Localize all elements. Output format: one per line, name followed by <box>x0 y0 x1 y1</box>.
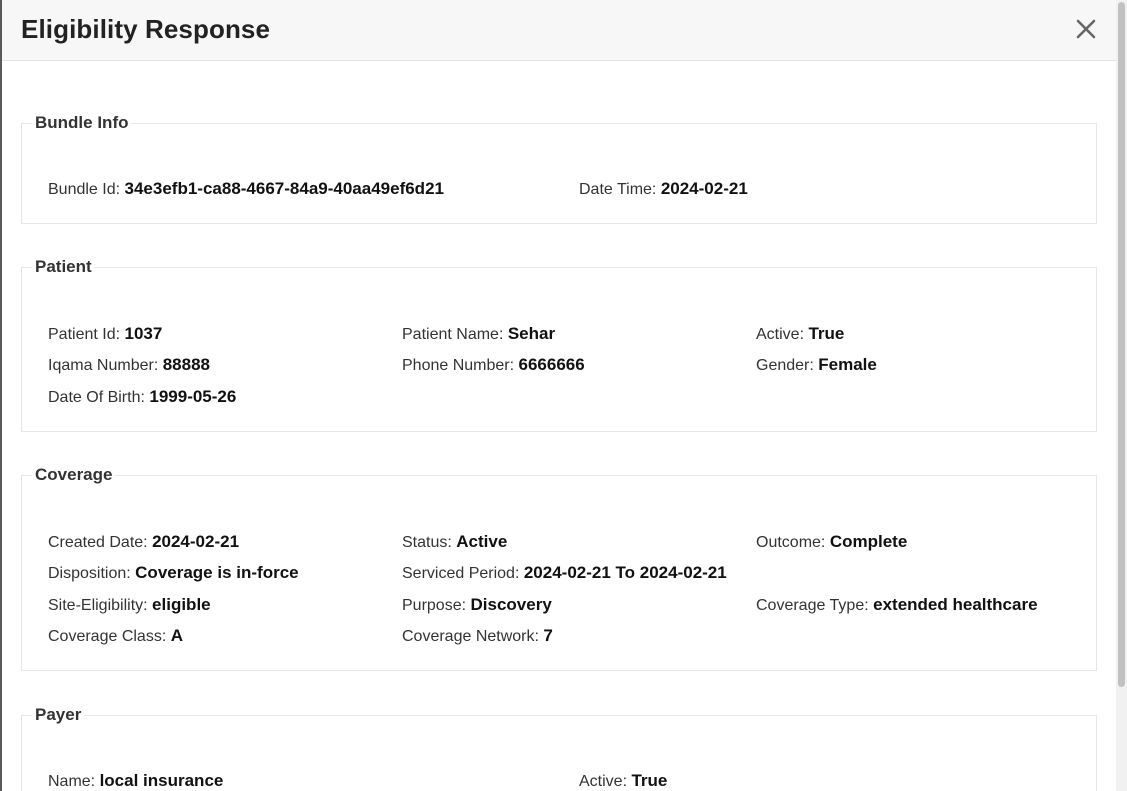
patient-active-value: True <box>808 324 845 343</box>
field-label: Coverage Type: <box>756 597 869 614</box>
eligibility-response-modal: Eligibility Response Bundle Info Bundle … <box>2 0 1127 791</box>
disposition-value: Coverage is in-force <box>135 563 299 582</box>
payer-active-value: True <box>631 771 668 790</box>
field-label: Phone Number: <box>402 357 515 374</box>
date-of-birth-value: 1999-05-26 <box>149 387 237 406</box>
outcome-value: Complete <box>829 532 908 551</box>
modal-title: Eligibility Response <box>21 14 271 44</box>
created-date-value: 2024-02-21 <box>152 532 240 551</box>
field-label: Patient Id: <box>48 326 121 343</box>
coverage-class-value: A <box>170 626 184 645</box>
status-field: Status: Active <box>402 532 507 552</box>
phone-number-field: Phone Number: 6666666 <box>402 355 585 375</box>
payer-name-value: local insurance <box>99 771 224 790</box>
field-label: Date Time: <box>579 181 657 198</box>
coverage-section: Coverage Created Date: 2024-02-21 Status… <box>21 465 1097 671</box>
phone-number-value: 6666666 <box>518 355 585 374</box>
disposition-field: Disposition: Coverage is in-force <box>48 563 299 583</box>
scrollbar-thumb[interactable] <box>1118 2 1125 687</box>
modal-body: Bundle Info Bundle Id: 34e3efb1-ca88-466… <box>2 61 1116 791</box>
patient-section: Patient Patient Id: 1037 Patient Name: S… <box>21 257 1097 432</box>
field-label: Bundle Id: <box>48 181 121 198</box>
field-label: Date Of Birth: <box>48 389 145 406</box>
patient-id-value: 1037 <box>124 324 163 343</box>
patient-name-value: Sehar <box>507 324 556 343</box>
field-label: Coverage Network: <box>402 628 539 645</box>
bundle-info-section: Bundle Info Bundle Id: 34e3efb1-ca88-466… <box>21 113 1097 224</box>
serviced-period-value: 2024-02-21 To 2024-02-21 <box>523 563 727 582</box>
modal-header: Eligibility Response <box>2 0 1127 61</box>
field-label: Active: <box>756 326 805 343</box>
section-title: Payer <box>35 705 82 724</box>
field-label: Outcome: <box>756 534 826 551</box>
payer-name-field: Name: local insurance <box>48 771 223 791</box>
created-date-field: Created Date: 2024-02-21 <box>48 532 239 552</box>
patient-active-field: Active: True <box>756 324 844 344</box>
field-label: Name: <box>48 773 96 790</box>
field-label: Patient Name: <box>402 326 504 343</box>
coverage-class-field: Coverage Class: A <box>48 626 183 646</box>
field-label: Site-Eligibility: <box>48 597 148 614</box>
field-label: Serviced Period: <box>402 565 520 582</box>
field-label: Iqama Number: <box>48 357 159 374</box>
site-eligibility-value: eligible <box>152 595 211 614</box>
iqama-number-field: Iqama Number: 88888 <box>48 355 210 375</box>
bundle-id-value: 34e3efb1-ca88-4667-84a9-40aa49ef6d21 <box>124 179 444 198</box>
section-title: Bundle Info <box>35 113 129 132</box>
coverage-network-value: 7 <box>543 626 553 645</box>
field-label: Gender: <box>756 357 814 374</box>
purpose-field: Purpose: Discovery <box>402 595 552 615</box>
iqama-number-value: 88888 <box>162 355 210 374</box>
date-time-field: Date Time: 2024-02-21 <box>579 179 748 199</box>
field-label: Status: <box>402 534 452 551</box>
field-label: Coverage Class: <box>48 628 167 645</box>
section-title: Patient <box>35 257 92 276</box>
payer-section: Payer Name: local insurance Active: True <box>21 705 1097 791</box>
bundle-id-field: Bundle Id: 34e3efb1-ca88-4667-84a9-40aa4… <box>48 179 444 199</box>
close-icon[interactable] <box>1073 16 1099 42</box>
field-label: Active: <box>579 773 628 790</box>
vertical-scrollbar[interactable] <box>1116 0 1127 791</box>
site-eligibility-field: Site-Eligibility: eligible <box>48 595 211 615</box>
purpose-value: Discovery <box>470 595 552 614</box>
coverage-type-field: Coverage Type: extended healthcare <box>756 595 1038 615</box>
coverage-network-field: Coverage Network: 7 <box>402 626 553 646</box>
serviced-period-field: Serviced Period: 2024-02-21 To 2024-02-2… <box>402 563 727 583</box>
date-of-birth-field: Date Of Birth: 1999-05-26 <box>48 387 236 407</box>
section-title: Coverage <box>35 465 113 484</box>
patient-name-field: Patient Name: Sehar <box>402 324 555 344</box>
field-label: Disposition: <box>48 565 131 582</box>
field-label: Created Date: <box>48 534 148 551</box>
date-time-value: 2024-02-21 <box>660 179 748 198</box>
patient-id-field: Patient Id: 1037 <box>48 324 162 344</box>
status-value: Active <box>456 532 508 551</box>
field-label: Purpose: <box>402 597 467 614</box>
gender-value: Female <box>818 355 877 374</box>
outcome-field: Outcome: Complete <box>756 532 907 552</box>
coverage-type-value: extended healthcare <box>873 595 1038 614</box>
gender-field: Gender: Female <box>756 355 877 375</box>
payer-active-field: Active: True <box>579 771 667 791</box>
